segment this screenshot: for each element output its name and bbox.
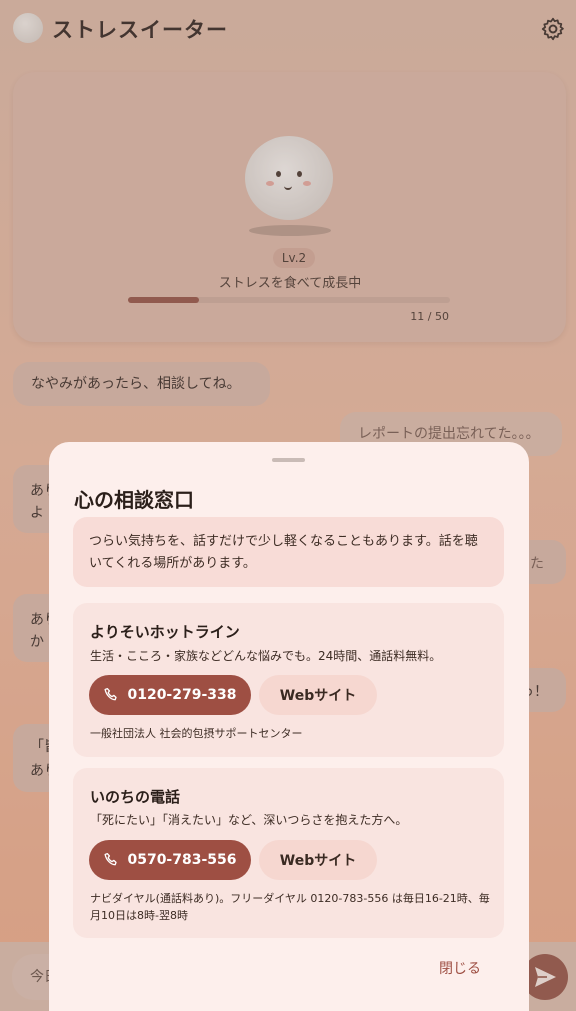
resource-description: 生活・こころ・家族などどんな悩みでも。24時間、通話料無料。 (90, 649, 442, 663)
phone-icon (104, 688, 118, 701)
phone-number: 0570-783-556 (127, 852, 237, 868)
close-button[interactable]: 閉じる (432, 958, 488, 978)
notice-box: つらい気持ちを、話すだけで少し軽くなることもあります。話を聴いてくれる場所があり… (73, 517, 504, 587)
resource-description: 「死にたい」「消えたい」など、深いつらさを抱えた方へ。 (90, 813, 408, 827)
call-button[interactable]: 0120-279-338 (89, 675, 251, 715)
phone-number: 0120-279-338 (127, 687, 237, 703)
website-button[interactable]: Webサイト (259, 840, 377, 880)
resource-name: いのちの電話 (90, 788, 181, 806)
resource-organization: ナビダイヤル(通話料あり)。フリーダイヤル 0120-783-556 は毎日16… (90, 892, 490, 922)
resource-organization: 一般社団法人 社会的包摂サポートセンター (90, 727, 303, 740)
phone-icon (104, 853, 118, 866)
modal-title: 心の相談窓口 (74, 488, 194, 512)
drag-handle[interactable] (272, 458, 305, 462)
resource-name: よりそいホットライン (90, 623, 240, 641)
website-button[interactable]: Webサイト (259, 675, 377, 715)
call-button[interactable]: 0570-783-556 (89, 840, 251, 880)
